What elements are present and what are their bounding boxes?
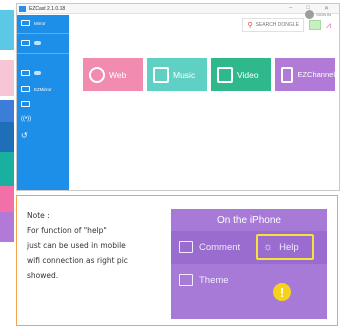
phone-item-label: Comment bbox=[199, 241, 241, 253]
tile-ezchannel[interactable]: EZChannel bbox=[275, 58, 335, 91]
qr-icon[interactable] bbox=[308, 20, 321, 30]
sidebar-item-wireless[interactable]: ((•)) bbox=[21, 116, 31, 122]
sidebar: Mirror EZMirror ((•)) ↺ bbox=[17, 15, 69, 190]
warning-icon: ! bbox=[273, 283, 291, 301]
tile-label: Video bbox=[237, 69, 259, 80]
sidebar-item-label: Mirror bbox=[34, 20, 46, 26]
sidebar-item-label: EZMirror bbox=[34, 86, 52, 92]
toggle-switch[interactable] bbox=[34, 71, 41, 75]
search-dongle-button[interactable]: ⚲ SEARCH DONGLE bbox=[242, 18, 304, 32]
divider bbox=[17, 33, 69, 34]
tv-icon bbox=[281, 66, 294, 83]
strip-block bbox=[0, 186, 14, 212]
sidebar-item-ezmirror[interactable]: EZMirror bbox=[21, 86, 52, 92]
divider bbox=[17, 53, 69, 54]
sidebar-item-projector[interactable] bbox=[21, 40, 41, 46]
window-title: EZCast 2.1.0.18 bbox=[29, 5, 66, 12]
sidebar-item-refresh[interactable]: ↺ bbox=[21, 131, 28, 140]
strip-block bbox=[0, 152, 14, 186]
tile-video[interactable]: Video bbox=[211, 58, 271, 91]
sign-in-label: SIGN IN bbox=[316, 12, 331, 17]
image-icon bbox=[179, 274, 193, 286]
tile-label: Web bbox=[109, 69, 127, 80]
iphone-screenshot: On the iPhone Comment ☼ Help Theme ! bbox=[171, 209, 327, 319]
app-logo-icon bbox=[19, 5, 26, 12]
sidebar-item-mirror[interactable]: Mirror bbox=[21, 20, 46, 26]
left-color-strip bbox=[0, 0, 14, 328]
phone-header: On the iPhone bbox=[217, 214, 281, 226]
note-text: Note : For function of "help" just can b… bbox=[27, 208, 128, 283]
note-line: wifi connection as right pic bbox=[27, 256, 128, 265]
speaker-icon bbox=[21, 70, 30, 76]
tile-web[interactable]: Web bbox=[83, 58, 143, 91]
globe-icon bbox=[89, 66, 105, 83]
strip-block bbox=[0, 10, 14, 50]
search-label: SEARCH DONGLE bbox=[255, 22, 299, 28]
phone-item-comment: Comment bbox=[179, 241, 240, 253]
film-icon bbox=[217, 66, 233, 83]
note-line: For function of "help" bbox=[27, 226, 107, 235]
feature-tiles: Web Music Video EZChannel bbox=[83, 58, 335, 91]
note-line: Note : bbox=[27, 211, 50, 220]
phone-item-label: Theme bbox=[199, 274, 229, 286]
help-highlight-box bbox=[256, 234, 314, 260]
refresh-icon: ↺ bbox=[21, 131, 28, 140]
music-icon bbox=[153, 66, 169, 83]
phone-item-theme: Theme bbox=[179, 274, 229, 286]
mirror-icon bbox=[21, 20, 30, 26]
ezmirror-icon bbox=[21, 86, 30, 92]
note-box: Note : For function of "help" just can b… bbox=[16, 195, 338, 326]
strip-block bbox=[0, 212, 14, 242]
monitor-icon bbox=[21, 101, 30, 107]
strip-block bbox=[0, 122, 14, 152]
search-icon: ⚲ bbox=[247, 22, 253, 29]
tile-music[interactable]: Music bbox=[147, 58, 207, 91]
strip-block bbox=[0, 60, 14, 96]
sidebar-item-monitor[interactable] bbox=[21, 101, 30, 107]
strip-block bbox=[0, 100, 14, 122]
tile-label: EZChannel bbox=[297, 70, 335, 79]
tile-label: Music bbox=[173, 69, 196, 80]
wireless-icon: ((•)) bbox=[21, 116, 32, 122]
note-line: showed. bbox=[27, 271, 59, 280]
note-line: just can be used in mobile bbox=[27, 241, 126, 250]
sidebar-item-speaker[interactable] bbox=[21, 70, 41, 76]
title-bar: EZCast 2.1.0.18 – □ ✕ bbox=[17, 4, 339, 14]
toggle-switch[interactable] bbox=[34, 41, 41, 45]
app-window: EZCast 2.1.0.18 – □ ✕ Mirror EZMirror ((… bbox=[16, 3, 340, 191]
wave-icon[interactable]: ⩘ bbox=[326, 20, 331, 31]
minimize-button[interactable]: – bbox=[289, 5, 292, 12]
comment-icon bbox=[179, 241, 193, 253]
projector-icon bbox=[21, 40, 30, 46]
